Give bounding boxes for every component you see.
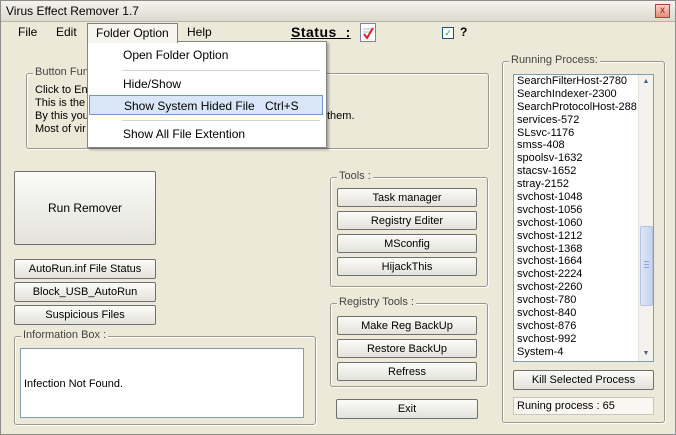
folder-option-menu: Open Folder Option Hide/Show Show System…	[87, 41, 327, 148]
process-list-item[interactable]: services-572	[514, 114, 653, 127]
process-list-item[interactable]: stacsv-1652	[514, 165, 653, 178]
button-function-tail: them.	[327, 110, 355, 122]
scroll-grip-line	[644, 261, 649, 262]
scroll-down-arrow-icon[interactable]: ▼	[640, 348, 652, 360]
process-list-item[interactable]: svchost-876	[514, 320, 653, 333]
exit-button[interactable]: Exit	[336, 399, 478, 419]
run-remover-button[interactable]: Run Remover	[14, 171, 156, 245]
registry-tools-legend: Registry Tools :	[337, 296, 416, 308]
refresh-button[interactable]: Refress	[337, 362, 477, 381]
menu-bar: File Edit Folder Option Help Status : ✓ …	[1, 22, 675, 43]
process-list-item[interactable]: svchost-1368	[514, 243, 653, 256]
menu-separator	[122, 120, 320, 121]
main-window: Virus Effect Remover 1.7 x File Edit Fol…	[0, 0, 676, 435]
scroll-thumb[interactable]	[640, 226, 653, 306]
process-list-item[interactable]: svchost-992	[514, 333, 653, 346]
process-list-item[interactable]: SearchIndexer-2300	[514, 88, 653, 101]
help-checkbox[interactable]: ✓	[442, 27, 454, 39]
title-bar: Virus Effect Remover 1.7 x	[1, 1, 675, 22]
msconfig-button[interactable]: MSconfig	[337, 234, 477, 253]
registry-editor-button[interactable]: Registry Editer	[337, 211, 477, 230]
button-function-line-1: Click to En	[35, 84, 88, 96]
menu-show-system-hided-file[interactable]: Show System Hided File Ctrl+S	[89, 95, 323, 115]
menu-hide-show[interactable]: Hide/Show	[89, 74, 323, 94]
process-list-item[interactable]: svchost-1056	[514, 204, 653, 217]
process-list-item[interactable]: SearchFilterHost-2780	[514, 75, 653, 88]
menu-separator	[122, 70, 320, 71]
scroll-grip-line	[644, 267, 649, 268]
process-list-item[interactable]: svchost-780	[514, 294, 653, 307]
information-box-legend: Information Box :	[21, 329, 109, 341]
restore-backup-button[interactable]: Restore BackUp	[337, 339, 477, 358]
notepad-check-icon	[360, 23, 376, 42]
hijackthis-button[interactable]: HijackThis	[337, 257, 477, 276]
menu-open-folder-option[interactable]: Open Folder Option	[89, 45, 323, 65]
process-list-item[interactable]: SLsvc-1176	[514, 127, 653, 140]
process-list-item[interactable]: svchost-1212	[514, 230, 653, 243]
process-list-item[interactable]: SearchProtocolHost-288	[514, 101, 653, 114]
process-scrollbar[interactable]: ▲ ▼	[638, 75, 653, 361]
information-message: Infection Not Found.	[24, 378, 124, 390]
window-title: Virus Effect Remover 1.7	[6, 4, 139, 18]
status-label: Status :	[291, 24, 351, 40]
scroll-grip-line	[644, 264, 649, 265]
help-question-icon[interactable]: ?	[460, 25, 467, 39]
menu-help[interactable]: Help	[179, 23, 220, 41]
tools-legend: Tools :	[337, 170, 373, 182]
autorun-status-button[interactable]: AutoRun.inf File Status	[14, 259, 156, 279]
information-textbox[interactable]: Infection Not Found.	[20, 348, 304, 418]
process-list-item[interactable]: svchost-840	[514, 307, 653, 320]
suspicious-files-button[interactable]: Suspicious Files	[14, 305, 156, 325]
process-listbox[interactable]: SearchFilterHost-2780 SearchIndexer-2300 S…	[513, 74, 654, 362]
menu-file[interactable]: File	[10, 23, 45, 41]
running-process-legend: Running Process:	[509, 54, 600, 66]
tools-group: Tools : Task manager Registry Editer MSc…	[330, 170, 488, 287]
process-list-item[interactable]: smss-408	[514, 139, 653, 152]
kill-selected-process-button[interactable]: Kill Selected Process	[513, 370, 654, 390]
process-list-item[interactable]: svchost-1048	[514, 191, 653, 204]
process-list-item[interactable]: svchost-2260	[514, 281, 653, 294]
process-list-item[interactable]: System-4	[514, 346, 653, 359]
menu-edit[interactable]: Edit	[48, 23, 85, 41]
process-list-item[interactable]: svchost-1664	[514, 255, 653, 268]
button-function-line-4: Most of vir	[35, 123, 86, 135]
button-function-line-3: By this you	[35, 110, 89, 122]
process-list-item[interactable]: svchost-2224	[514, 268, 653, 281]
process-list-item[interactable]: stray-2152	[514, 178, 653, 191]
process-list: SearchFilterHost-2780 SearchIndexer-2300 S…	[514, 75, 653, 359]
process-list-item[interactable]: svchost-1060	[514, 217, 653, 230]
registry-tools-group: Registry Tools : Make Reg BackUp Restore…	[330, 296, 488, 387]
running-process-group: Running Process: SearchFilterHost-2780 Se…	[502, 54, 665, 423]
button-function-line-2: This is the	[35, 97, 86, 109]
scroll-up-arrow-icon[interactable]: ▲	[640, 76, 652, 88]
button-function-legend: Button Fun	[33, 66, 91, 78]
process-count-label: Runing process : 65	[513, 397, 654, 415]
close-button[interactable]: x	[655, 4, 670, 18]
process-list-item[interactable]: spoolsv-1632	[514, 152, 653, 165]
block-usb-autorun-button[interactable]: Block_USB_AutoRun	[14, 282, 156, 302]
task-manager-button[interactable]: Task manager	[337, 188, 477, 207]
make-reg-backup-button[interactable]: Make Reg BackUp	[337, 316, 477, 335]
menu-folder-option[interactable]: Folder Option	[87, 23, 178, 43]
menu-show-all-file-extension[interactable]: Show All File Extention	[89, 124, 323, 144]
information-box-group: Information Box : Infection Not Found.	[14, 329, 316, 425]
